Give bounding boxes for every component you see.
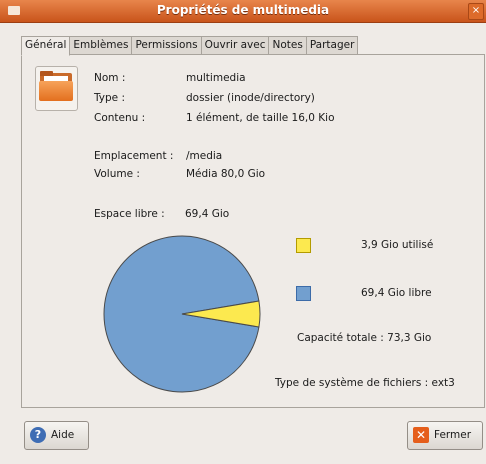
location-value: /media xyxy=(186,150,223,162)
type-label: Type : xyxy=(94,92,125,104)
total-capacity: Capacité totale : 73,3 Gio xyxy=(297,332,432,344)
help-button[interactable]: ? Aide xyxy=(24,421,89,450)
name-label: Nom : xyxy=(94,72,126,84)
free-legend: 69,4 Gio libre xyxy=(361,287,432,299)
tab-open-with[interactable]: Ouvrir avec xyxy=(201,36,270,55)
tab-permissions[interactable]: Permissions xyxy=(132,36,202,55)
usage-pie-chart xyxy=(103,235,261,393)
volume-value: Média 80,0 Gio xyxy=(186,168,266,180)
close-button-label: Fermer xyxy=(434,429,472,441)
tab-share[interactable]: Partager xyxy=(306,36,359,55)
tab-emblems[interactable]: Emblèmes xyxy=(70,36,133,55)
free-space-value: 69,4 Gio xyxy=(185,208,230,220)
free-color-swatch xyxy=(296,286,311,301)
help-icon: ? xyxy=(30,427,46,443)
tab-bar: Général Emblèmes Permissions Ouvrir avec… xyxy=(21,36,359,56)
location-label: Emplacement : xyxy=(94,150,174,162)
folder-icon-button[interactable] xyxy=(35,66,78,111)
window-close-button[interactable]: × xyxy=(468,3,484,20)
used-color-swatch xyxy=(296,238,311,253)
tab-notes[interactable]: Notes xyxy=(269,36,307,55)
window-title: Propriétés de multimedia xyxy=(156,3,330,17)
help-button-label: Aide xyxy=(51,429,75,441)
contents-value: 1 élément, de taille 16,0 Kio xyxy=(186,112,335,124)
tab-general[interactable]: Général xyxy=(21,36,71,56)
filesystem-type: Type de système de fichiers : ext3 xyxy=(275,377,455,389)
contents-label: Contenu : xyxy=(94,112,146,124)
close-button[interactable]: ✕ Fermer xyxy=(407,421,483,450)
type-value: dossier (inode/directory) xyxy=(186,92,315,104)
used-legend: 3,9 Gio utilisé xyxy=(361,239,434,251)
free-space-label: Espace libre : xyxy=(94,208,165,220)
title-bar[interactable]: Propriétés de multimedia × xyxy=(0,0,486,23)
name-value: multimedia xyxy=(186,72,246,84)
close-icon: ✕ xyxy=(413,427,429,443)
volume-label: Volume : xyxy=(94,168,140,180)
